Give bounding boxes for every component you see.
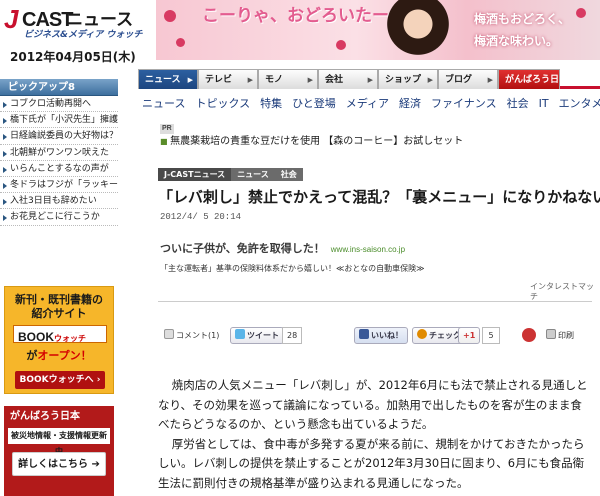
google-plus-button[interactable]: +1	[458, 327, 481, 344]
pickup-item[interactable]: 入社3日目も辞めたい	[0, 193, 118, 210]
logo-cast: CAST	[22, 9, 73, 31]
book-logo-sub: ウォッチ	[54, 334, 86, 343]
pr-link[interactable]: 無農薬栽培の貴重な豆だけを使用 【森のコーヒー】お試しセット	[160, 134, 463, 149]
nav-tab-mono[interactable]: モノ	[258, 69, 318, 90]
breadcrumb: J-CASTニュース ニュース 社会	[158, 162, 303, 181]
tweet-label: ツイート	[247, 331, 279, 340]
gambarou-subtitle: 被災地情報・支援情報更新中	[8, 428, 110, 456]
gambarou-title: がんばろう日本	[10, 411, 80, 422]
nav-tab-gambarou[interactable]: がんばろう日本	[498, 69, 560, 105]
breadcrumb-society[interactable]: 社会	[274, 168, 303, 181]
book-ad-line2: 紹介サイト	[31, 307, 87, 320]
book-logo-text: BOOK	[18, 330, 54, 344]
pr-badge: PR	[160, 124, 174, 134]
book-watch-button[interactable]: BOOKウォッチへ ›	[15, 371, 105, 389]
book-ad-line1: 新刊・既刊書籍の	[15, 293, 103, 306]
banner-model-image	[382, 0, 454, 60]
gambarou-details-button[interactable]: 詳しくはこちら ➔	[12, 452, 106, 476]
pickup-item[interactable]: 日経論説委員の大好物は？	[0, 128, 118, 145]
pickup-item[interactable]: 冬ドラはフジが「ラッキー」	[0, 177, 118, 194]
subnav-news[interactable]: ニュース	[142, 97, 185, 110]
sub-nav: ニュース トピックス 特集 ひと登場 メディア 経済 ファイナンス 社会 IT エンタメ	[142, 96, 600, 112]
subnav-economy[interactable]: 経済	[399, 97, 421, 110]
pickup-list: コブクロ活動再開へ 橋下氏が「小沢先生」擁護 日経論説委員の大好物は？ 北朝鮮が…	[0, 96, 118, 226]
check-label: チェック	[429, 331, 461, 340]
current-date: 2012年04月05日(木)	[10, 50, 136, 64]
subnav-features[interactable]: 特集	[260, 97, 282, 110]
site-logo[interactable]: J CAST ニュース ビジネス&メディア ウォッチ	[4, 4, 154, 42]
article-body: 焼肉店の人気メニュー「レバ刺し」が、2012年6月にも法で禁止される見通しとなり…	[158, 376, 592, 493]
nav-tab-tv[interactable]: テレビ	[198, 69, 258, 90]
print-link[interactable]: 印刷	[546, 328, 574, 344]
article-paragraph: 厚労省としては、食中毒が多発する夏が来る前に、規制をかけておきたかったらしい。レ…	[158, 436, 585, 490]
nav-tab-blog[interactable]: ブログ	[438, 69, 498, 90]
social-bar: コメント(1) ツイート 28 いいね！ チェック +1 5 印刷	[158, 322, 592, 352]
subnav-topics[interactable]: トピックス	[195, 97, 250, 110]
comment-label: コメント(1)	[176, 331, 220, 340]
pickup-item[interactable]: お花見どこに行こうか	[0, 209, 118, 226]
comment-link[interactable]: コメント(1)	[164, 328, 219, 344]
banner-title: こーりゃ、おどろいたー	[202, 6, 389, 26]
pickup-item[interactable]: 橋下氏が「小沢先生」擁護	[0, 112, 118, 129]
facebook-icon	[359, 329, 369, 339]
logo-subtitle: ビジネス&メディア ウォッチ	[24, 30, 143, 40]
subnav-it[interactable]: IT	[539, 97, 549, 110]
pickup-item[interactable]: 北朝鮮がワンワン吠えた	[0, 145, 118, 161]
gambarou-panel: がんばろう日本 被災地情報・支援情報更新中 詳しくはこちら ➔	[4, 406, 114, 496]
book-watch-ad[interactable]: 新刊・既刊書籍の 紹介サイト BOOKウォッチ がオープン！ BOOKウォッチへ…	[4, 286, 114, 394]
mixi-icon	[417, 329, 427, 339]
ad-credit[interactable]: インタレストマッチ	[530, 282, 600, 302]
banner-copy-line1: 梅酒もおどろく、	[474, 12, 571, 26]
share-icon[interactable]	[522, 328, 536, 342]
subnav-entertainment[interactable]: エンタメ	[559, 97, 600, 110]
facebook-like-button[interactable]: いいね！	[354, 327, 408, 344]
printer-icon	[546, 329, 556, 339]
divider	[158, 301, 592, 302]
interest-match-ad[interactable]: ついに子供が、免許を取得した！ www.ins-saison.co.jp 「主な運…	[160, 242, 592, 277]
ad-description: 「主な運転者」基準の保険料体系だから嬉しい！≪おとなの自動車保険≫	[160, 264, 425, 273]
pickup-item[interactable]: いらんことするなの声が	[0, 161, 118, 177]
article-headline: 「レバ刺し」禁止でかえって混乱？「裏メニュー」になりかねない	[158, 188, 600, 206]
tweet-button[interactable]: ツイート	[230, 327, 284, 344]
book-ad-open: がオープン！	[5, 349, 113, 363]
nav-tab-company[interactable]: 会社	[318, 69, 378, 90]
main-nav: ニュース テレビ モノ 会社 ショップ ブログ がんばろう日本	[138, 68, 600, 105]
book-ad-ga: が	[26, 349, 38, 362]
pickup-item[interactable]: コブクロ活動再開へ	[0, 96, 118, 113]
book-watch-logo: BOOKウォッチ	[13, 325, 107, 344]
like-label: いいね！	[371, 331, 403, 340]
breadcrumb-jcast[interactable]: J-CASTニュース	[158, 168, 232, 181]
subnav-people[interactable]: ひと登場	[292, 97, 336, 110]
logo-j: J	[4, 4, 19, 34]
nav-tab-shop[interactable]: ショップ	[378, 69, 438, 90]
banner-copy-line2: 梅酒な味わい。	[474, 34, 559, 48]
pickup-heading: ピックアップ8	[0, 79, 118, 96]
logo-news: ニュース	[66, 10, 134, 30]
subnav-finance[interactable]: ファイナンス	[431, 97, 497, 110]
gplus-count: 5	[482, 327, 500, 344]
book-ad-open-text: オープン！	[37, 349, 92, 362]
ad-title[interactable]: ついに子供が、免許を取得した！	[160, 242, 325, 255]
ad-url[interactable]: www.ins-saison.co.jp	[331, 245, 405, 254]
article-timestamp: 2012/4/ 5 20:14	[160, 212, 242, 222]
subnav-society[interactable]: 社会	[507, 97, 529, 110]
subnav-media[interactable]: メディア	[346, 97, 389, 110]
comment-icon	[164, 329, 174, 339]
print-label: 印刷	[558, 331, 574, 340]
breadcrumb-news[interactable]: ニュース	[231, 168, 275, 181]
twitter-icon	[235, 329, 245, 339]
article-paragraph: 焼肉店の人気メニュー「レバ刺し」が、2012年6月にも法で禁止される見通しとなり…	[158, 378, 588, 431]
top-banner-ad[interactable]: こーりゃ、おどろいたー 梅酒もおどろく、 梅酒な味わい。	[156, 0, 600, 60]
tweet-count: 28	[282, 327, 302, 344]
nav-tab-news[interactable]: ニュース	[138, 69, 198, 90]
banner-copy: 梅酒もおどろく、 梅酒な味わい。	[474, 8, 570, 52]
